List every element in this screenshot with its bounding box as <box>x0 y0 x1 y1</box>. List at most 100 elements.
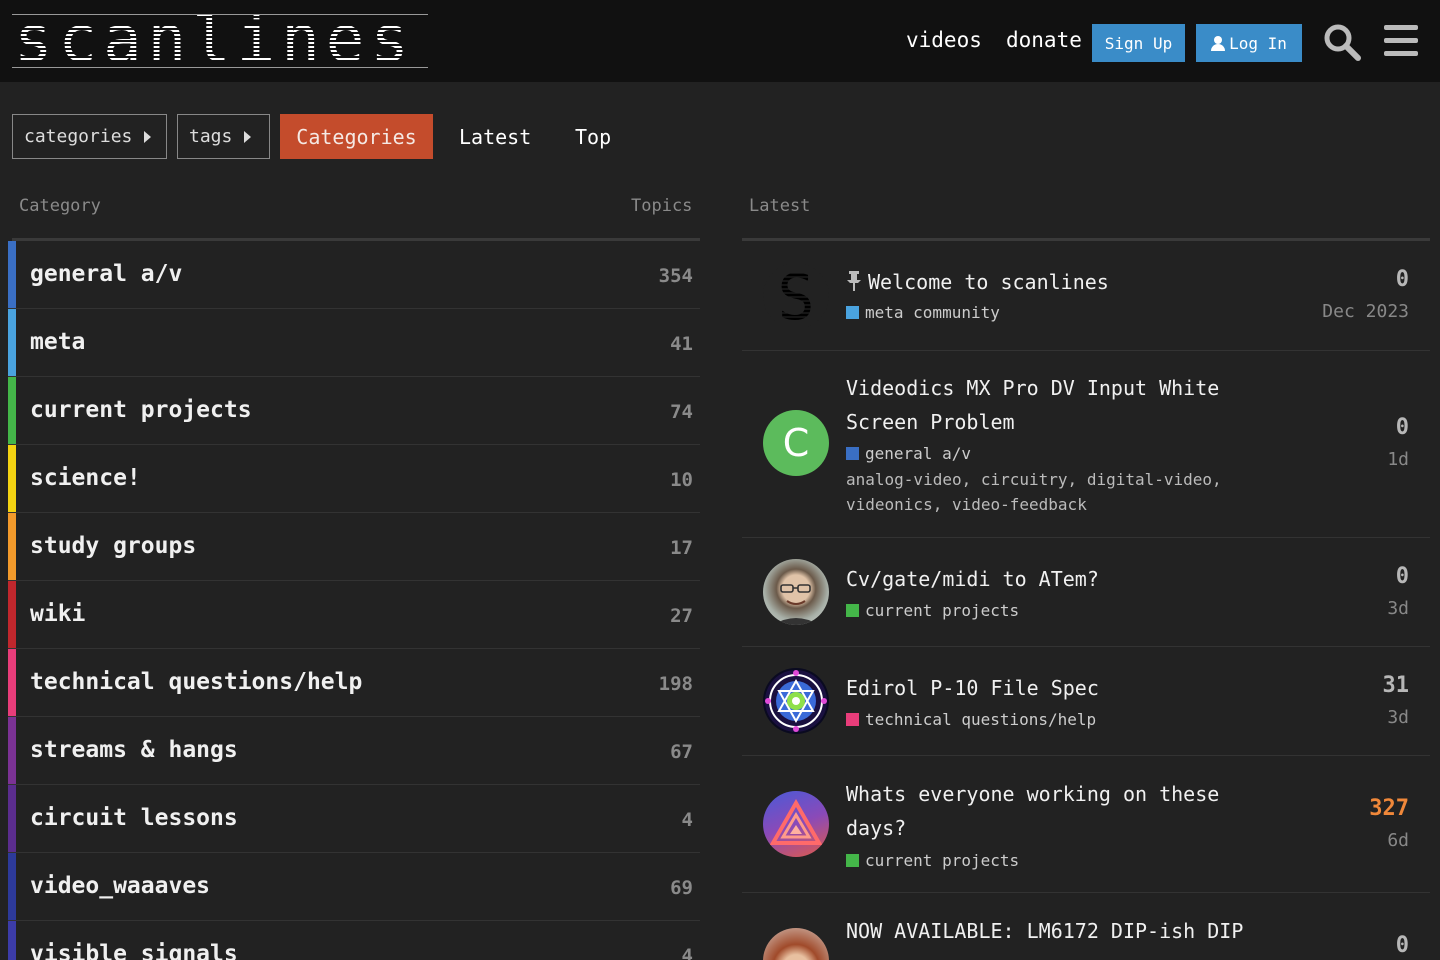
tab-top[interactable]: Top <box>575 114 611 159</box>
category-color-swatch <box>846 854 859 867</box>
category-row[interactable]: visible signals 4 <box>8 921 700 960</box>
topic-title[interactable]: Welcome to scanlines <box>846 265 1246 299</box>
category-color-bar <box>8 445 16 512</box>
topic-category[interactable]: current projects <box>846 601 1019 620</box>
column-header-topics: Topics <box>631 196 693 216</box>
category-row[interactable]: current projects 74 <box>8 377 700 445</box>
category-topic-count: 69 <box>670 877 693 899</box>
topic-row[interactable]: S Welcome to scanlines meta community 0 … <box>742 241 1430 351</box>
topic-title[interactable]: Whats everyone working on these days? <box>846 777 1246 845</box>
topic-title[interactable]: Videodics MX Pro DV Input White Screen P… <box>846 371 1246 439</box>
pin-icon <box>847 271 861 291</box>
reply-count: 0 <box>1395 415 1409 440</box>
category-color-bar <box>8 717 16 784</box>
category-row[interactable]: wiki 27 <box>8 581 700 649</box>
category-topic-count: 198 <box>658 673 693 695</box>
category-name[interactable]: study groups <box>30 533 196 559</box>
category-topic-count: 354 <box>658 265 693 287</box>
topic-category[interactable]: current projects <box>846 851 1019 870</box>
topic-row[interactable]: NOW AVAILABLE: LM6172 DIP-ish DIP 0 <box>742 893 1430 960</box>
category-name[interactable]: video_waaaves <box>30 873 210 899</box>
category-color-bar <box>8 513 16 580</box>
topic-age[interactable]: 3d <box>1387 707 1409 728</box>
category-row[interactable]: study groups 17 <box>8 513 700 581</box>
topic-age[interactable]: 1d <box>1387 449 1409 470</box>
category-name[interactable]: visible signals <box>30 941 238 960</box>
log-in-button[interactable]: Log In <box>1196 24 1302 62</box>
category-color-bar <box>8 241 16 308</box>
category-name[interactable]: technical questions/help <box>30 669 362 695</box>
search-icon[interactable] <box>1322 22 1362 62</box>
topic-age[interactable]: 3d <box>1387 598 1409 619</box>
topic-category[interactable]: general a/v <box>846 444 971 463</box>
category-color-swatch <box>846 713 859 726</box>
reply-count: 0 <box>1395 564 1409 589</box>
category-color-bar <box>8 309 16 376</box>
category-color-swatch <box>846 604 859 617</box>
category-name[interactable]: current projects <box>30 397 252 423</box>
category-topic-count: 41 <box>670 333 693 355</box>
topic-row[interactable]: Whats everyone working on these days? cu… <box>742 756 1430 893</box>
site-header: scanlines videos donate Sign Up Log In <box>0 0 1440 82</box>
scanlines-logo-avatar-icon: S <box>763 263 829 329</box>
topic-category-label: meta community <box>865 303 1000 322</box>
category-topic-count: 4 <box>681 809 693 831</box>
category-row[interactable]: video_waaaves 69 <box>8 853 700 921</box>
category-name[interactable]: meta <box>30 329 85 355</box>
hamburger-menu-icon[interactable] <box>1384 25 1418 57</box>
nav-donate-link[interactable]: donate <box>1006 28 1082 52</box>
avatar[interactable]: S <box>763 263 829 329</box>
topic-category[interactable]: meta community <box>846 303 1000 322</box>
category-row[interactable]: streams & hangs 67 <box>8 717 700 785</box>
category-row[interactable]: circuit lessons 4 <box>8 785 700 853</box>
tab-categories[interactable]: Categories <box>280 114 433 159</box>
category-name[interactable]: science! <box>30 465 141 491</box>
category-topic-count: 10 <box>670 469 693 491</box>
nav-videos-link[interactable]: videos <box>906 28 982 52</box>
topic-title[interactable]: Cv/gate/midi to ATem? <box>846 562 1246 596</box>
caret-right-icon <box>144 130 152 143</box>
category-name[interactable]: circuit lessons <box>30 805 238 831</box>
topic-category-label: current projects <box>865 601 1020 620</box>
user-photo-icon <box>773 584 819 625</box>
category-color-bar <box>8 581 16 648</box>
topic-row[interactable]: Edirol P-10 File Spec technical question… <box>742 647 1430 756</box>
category-color-bar <box>8 785 16 852</box>
category-color-bar <box>8 377 16 444</box>
topic-row[interactable]: C Videodics MX Pro DV Input White Screen… <box>742 351 1430 538</box>
tags-dropdown[interactable]: tags <box>177 114 270 159</box>
avatar[interactable] <box>763 928 829 960</box>
topic-row[interactable]: Cv/gate/midi to ATem? current projects 0… <box>742 538 1430 647</box>
avatar[interactable]: C <box>763 410 829 476</box>
reply-count: 327 <box>1369 796 1409 821</box>
topic-title[interactable]: Edirol P-10 File Spec <box>846 671 1246 705</box>
sign-up-button[interactable]: Sign Up <box>1092 24 1185 62</box>
mandala-icon <box>765 670 827 732</box>
avatar[interactable] <box>763 791 829 857</box>
topic-age[interactable]: 6d <box>1387 830 1409 851</box>
tab-latest[interactable]: Latest <box>459 114 531 159</box>
category-row[interactable]: general a/v 354 <box>8 241 700 309</box>
site-logo[interactable]: scanlines <box>12 14 428 68</box>
category-name[interactable]: wiki <box>30 601 85 627</box>
category-color-swatch <box>846 306 859 319</box>
topic-category[interactable]: technical questions/help <box>846 710 1096 729</box>
categories-dropdown[interactable]: categories <box>12 114 167 159</box>
avatar-letter: C <box>782 421 810 465</box>
topic-tags[interactable]: analog-video, circuitry, digital-video, … <box>846 467 1246 517</box>
avatar[interactable] <box>763 559 829 625</box>
log-in-label: Log In <box>1229 33 1287 53</box>
category-name[interactable]: streams & hangs <box>30 737 238 763</box>
topic-age[interactable]: Dec 2023 <box>1322 301 1409 322</box>
avatar[interactable] <box>763 668 829 734</box>
category-row[interactable]: meta 41 <box>8 309 700 377</box>
topic-category-label: technical questions/help <box>865 710 1097 729</box>
category-topic-count: 74 <box>670 401 693 423</box>
column-header-latest: Latest <box>749 196 811 216</box>
category-row[interactable]: science! 10 <box>8 445 700 513</box>
category-row[interactable]: technical questions/help 198 <box>8 649 700 717</box>
category-name[interactable]: general a/v <box>30 261 182 287</box>
topic-title[interactable]: NOW AVAILABLE: LM6172 DIP-ish DIP <box>846 914 1246 948</box>
category-topic-count: 17 <box>670 537 693 559</box>
triangle-logo-icon <box>769 798 823 845</box>
